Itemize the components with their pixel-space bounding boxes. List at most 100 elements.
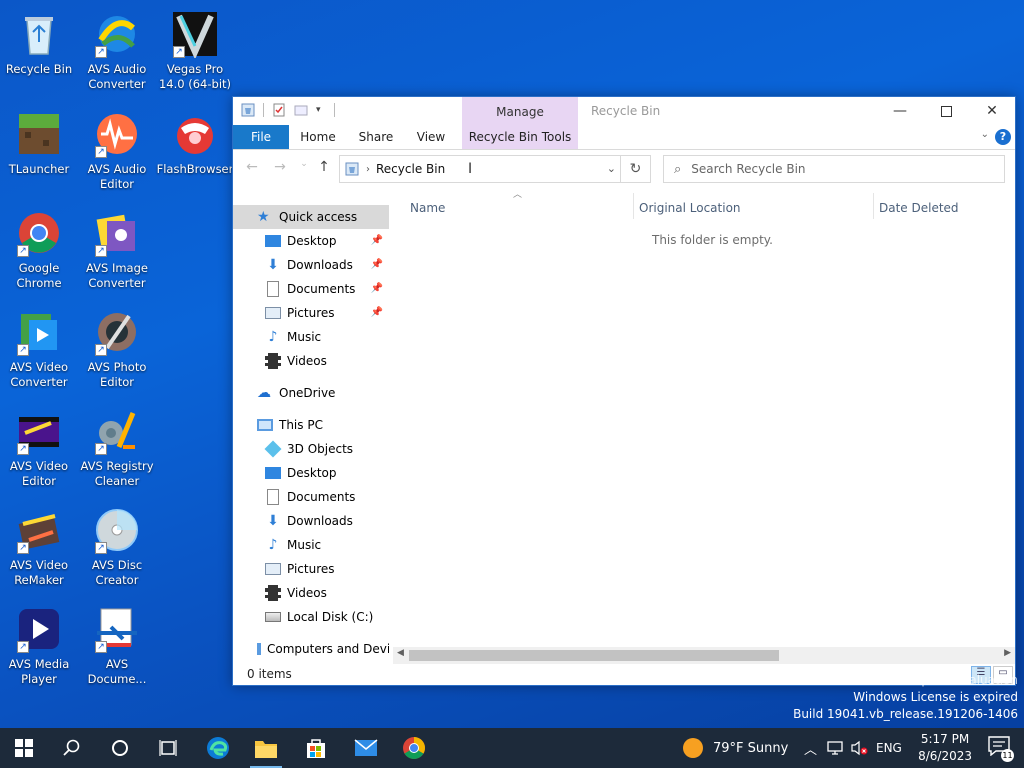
column-separator[interactable] xyxy=(873,193,874,219)
search-box[interactable]: ⌕ xyxy=(663,155,1005,183)
back-button[interactable]: ← xyxy=(241,159,263,179)
desktop-icon-avs-photo-editor[interactable]: ↗ AVS Photo Editor xyxy=(78,302,156,396)
task-view-button[interactable] xyxy=(144,728,192,768)
desktop-icon-avs-audio-editor[interactable]: ↗ AVS Audio Editor xyxy=(78,104,156,198)
address-dropdown-icon[interactable]: ⌄ xyxy=(607,162,616,175)
nav-onedrive[interactable]: ☁ OneDrive xyxy=(233,381,389,405)
desktop-icon-avs-registry-cleaner[interactable]: ↗ AVS Registry Cleaner xyxy=(78,401,156,495)
quick-access-toolbar: ▾ xyxy=(241,103,335,117)
scrollbar-thumb[interactable] xyxy=(409,650,779,661)
nav-pc-music[interactable]: ♪ Music xyxy=(233,533,389,557)
taskbar-edge[interactable] xyxy=(194,728,242,768)
qat-dropdown-icon[interactable]: ▾ xyxy=(316,103,326,117)
taskbar-file-explorer[interactable] xyxy=(242,728,290,768)
nav-quick-music[interactable]: ♪ Music xyxy=(233,325,389,349)
desktop-icon-avs-media-player[interactable]: ↗ AVS Media Player xyxy=(0,599,78,693)
search-input[interactable] xyxy=(691,162,982,176)
column-header-name[interactable]: Name xyxy=(410,201,445,215)
start-button[interactable] xyxy=(0,728,48,768)
desktop-icon-tlauncher[interactable]: TLauncher xyxy=(0,104,78,198)
watermark-license: Windows License is expired xyxy=(853,690,1018,704)
desktop-icon-vegas-pro[interactable]: ↗ Vegas Pro 14.0 (64-bit) xyxy=(156,4,234,98)
nav-pc-documents[interactable]: Documents xyxy=(233,485,389,509)
scroll-right-icon[interactable]: ▶ xyxy=(1004,648,1011,658)
nav-quick-videos[interactable]: Videos xyxy=(233,349,389,373)
chrome-icon: ↗ xyxy=(15,209,63,257)
nav-quick-documents[interactable]: Documents 📌 xyxy=(233,277,389,301)
desktop-icon-avs-image-converter[interactable]: ↗ AVS Image Converter xyxy=(78,203,156,297)
ribbon-expand-icon[interactable]: ⌄ xyxy=(981,129,989,140)
forward-button[interactable]: → xyxy=(269,159,291,179)
desktop-icon-google-chrome[interactable]: ↗ Google Chrome xyxy=(0,203,78,297)
up-button[interactable]: ↑ xyxy=(313,159,335,179)
nav-pc-pictures[interactable]: Pictures xyxy=(233,557,389,581)
nav-quick-downloads[interactable]: ⬇ Downloads 📌 xyxy=(233,253,389,277)
desktop-icon-flashbrowser[interactable]: FlashBrowser xyxy=(156,104,234,198)
tab-share[interactable]: Share xyxy=(351,125,401,149)
breadcrumb-separator-icon[interactable]: › xyxy=(366,164,370,175)
empty-folder-message: This folder is empty. xyxy=(652,233,773,247)
minimize-button[interactable]: — xyxy=(877,97,923,125)
column-header-original-location[interactable]: Original Location xyxy=(639,201,741,215)
nav-quick-access[interactable]: ★ Quick access xyxy=(233,205,389,229)
properties-icon[interactable] xyxy=(272,103,286,117)
nav-network-devices[interactable]: Computers and Devic xyxy=(233,637,389,657)
tab-home[interactable]: Home xyxy=(293,125,343,149)
avs-disc-creator-icon: ↗ xyxy=(93,506,141,554)
pin-icon[interactable]: 📌 xyxy=(371,259,383,270)
desktop-icon-avs-audio-converter[interactable]: ↗ AVS Audio Converter xyxy=(78,4,156,98)
volume-status[interactable] xyxy=(850,728,868,768)
nav-label: Pictures xyxy=(287,306,335,320)
nav-quick-pictures[interactable]: Pictures 📌 xyxy=(233,301,389,325)
pin-icon[interactable]: 📌 xyxy=(371,235,383,246)
nav-pc-local-disk[interactable]: Local Disk (C:) xyxy=(233,605,389,629)
maximize-icon xyxy=(940,105,952,117)
help-icon[interactable]: ? xyxy=(995,129,1011,145)
music-note-icon: ♪ xyxy=(268,537,278,553)
tab-recycle-bin-tools[interactable]: Recycle Bin Tools xyxy=(462,125,578,149)
taskbar-mail[interactable] xyxy=(342,728,390,768)
cortana-button[interactable] xyxy=(96,728,144,768)
desktop-icon-avs-video-editor[interactable]: ↗ AVS Video Editor xyxy=(0,401,78,495)
action-center-button[interactable]: 11 xyxy=(988,736,1014,762)
pin-icon[interactable]: 📌 xyxy=(371,307,383,318)
taskbar: 79°F Sunny ︿ ENG 5:17 PM 8/6/2023 11 xyxy=(0,728,1024,768)
recent-locations-button[interactable]: ⌄ xyxy=(293,159,315,179)
desktop-icon-label: AVS Video Editor xyxy=(9,459,69,488)
nav-pc-3d-objects[interactable]: 3D Objects xyxy=(233,437,389,461)
taskbar-store[interactable] xyxy=(292,728,340,768)
maximize-button[interactable] xyxy=(923,97,969,125)
tab-view[interactable]: View xyxy=(408,125,454,149)
nav-pc-downloads[interactable]: ⬇ Downloads xyxy=(233,509,389,533)
file-list[interactable]: ︿ Name Original Location Date Deleted Th… xyxy=(389,190,1015,647)
title-bar[interactable]: ▾ Recycle Bin — ✕ xyxy=(233,97,1015,125)
desktop-icon-avs-disc-creator[interactable]: ↗ AVS Disc Creator xyxy=(78,500,156,594)
scroll-left-icon[interactable]: ◀ xyxy=(397,648,404,658)
desktop-icon-avs-video-remaker[interactable]: ↗ AVS Video ReMaker xyxy=(0,500,78,594)
refresh-button[interactable]: ↻ xyxy=(620,156,650,182)
input-language[interactable]: ENG xyxy=(876,728,902,768)
system-clock[interactable]: 5:17 PM 8/6/2023 xyxy=(918,731,972,765)
horizontal-scrollbar[interactable]: ◀ ▶ xyxy=(393,647,1015,664)
desktop-icon-avs-video-converter[interactable]: ↗ AVS Video Converter xyxy=(0,302,78,396)
breadcrumb-recycle-bin[interactable]: Recycle Bin xyxy=(376,162,445,176)
tab-file[interactable]: File xyxy=(233,125,289,149)
show-hidden-icons-button[interactable]: ︿ xyxy=(804,728,817,768)
taskbar-chrome[interactable] xyxy=(390,728,438,768)
address-bar[interactable]: › Recycle Bin I ⌄ ↻ xyxy=(339,155,651,183)
desktop-icon-avs-document-converter[interactable]: ↗ AVS Docume... xyxy=(78,599,156,693)
column-separator[interactable] xyxy=(633,193,634,219)
network-status[interactable] xyxy=(826,728,844,768)
close-button[interactable]: ✕ xyxy=(969,97,1015,125)
weather-widget[interactable]: 79°F Sunny xyxy=(683,728,788,768)
search-button[interactable] xyxy=(48,728,96,768)
desktop-folder-icon xyxy=(265,235,281,247)
nav-this-pc[interactable]: This PC xyxy=(233,413,389,437)
nav-pc-desktop[interactable]: Desktop xyxy=(233,461,389,485)
desktop-icon-recycle-bin[interactable]: Recycle Bin xyxy=(0,4,78,98)
nav-pc-videos[interactable]: Videos xyxy=(233,581,389,605)
nav-quick-desktop[interactable]: Desktop 📌 xyxy=(233,229,389,253)
column-header-date-deleted[interactable]: Date Deleted xyxy=(879,201,959,215)
new-folder-icon[interactable] xyxy=(294,103,308,117)
pin-icon[interactable]: 📌 xyxy=(371,283,383,294)
